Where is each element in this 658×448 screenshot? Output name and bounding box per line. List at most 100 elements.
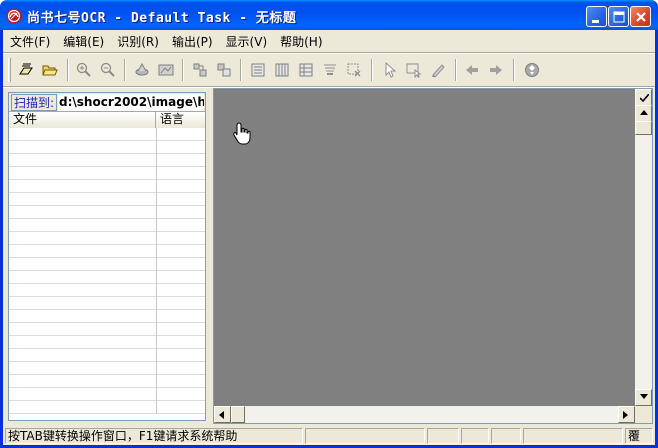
open-folder-icon	[42, 65, 58, 76]
list-item[interactable]	[9, 154, 205, 167]
recognize-icon	[135, 62, 149, 76]
menu-bar: 文件(F) 编辑(E) 识别(R) 输出(P) 显示(V) 帮助(H)	[3, 32, 655, 52]
list-item[interactable]	[9, 232, 205, 245]
list-item[interactable]	[9, 128, 205, 141]
list-item[interactable]	[9, 258, 205, 271]
horizontal-scroll-thumb[interactable]	[231, 406, 245, 423]
columns-button[interactable]	[295, 60, 317, 80]
view-options-button[interactable]	[635, 89, 652, 106]
list-item[interactable]	[9, 336, 205, 349]
scan-to-button[interactable]: 扫描到:	[11, 94, 57, 111]
columns-icon	[299, 63, 313, 77]
menu-file[interactable]: 文件(F)	[3, 32, 56, 52]
menu-view[interactable]: 显示(V)	[219, 32, 274, 52]
list-item[interactable]	[9, 219, 205, 232]
status-pane-3	[427, 428, 459, 444]
maximize-button[interactable]	[608, 6, 629, 27]
close-button[interactable]	[630, 6, 651, 27]
menu-recognize[interactable]: 识别(R)	[110, 32, 165, 52]
menu-help[interactable]: 帮助(H)	[273, 32, 328, 52]
toolbar-separator	[513, 59, 515, 81]
menu-edit[interactable]: 编辑(E)	[56, 32, 110, 52]
arrow-up-icon	[640, 110, 648, 115]
table-icon	[275, 63, 289, 77]
horizontal-scrollbar[interactable]	[214, 406, 635, 423]
status-pane-2	[305, 428, 425, 444]
layout-button[interactable]	[189, 60, 211, 80]
list-item[interactable]	[9, 297, 205, 310]
menu-output[interactable]: 输出(P)	[165, 32, 219, 52]
delete-block-button[interactable]	[343, 60, 365, 80]
column-header-file[interactable]: 文件	[9, 112, 156, 128]
zoom-out-button[interactable]	[97, 60, 119, 80]
toolbar-separator	[67, 59, 69, 81]
open-button[interactable]	[39, 60, 61, 80]
app-logo-icon[interactable]	[6, 8, 22, 24]
scroll-right-button[interactable]	[618, 406, 635, 423]
minimize-button[interactable]	[586, 6, 607, 27]
select-region-icon	[406, 63, 422, 78]
list-item[interactable]	[9, 310, 205, 323]
scan-path-field[interactable]: d:\shocr2002\image\hw	[58, 94, 204, 111]
pen-button[interactable]	[427, 60, 449, 80]
column-header-language[interactable]: 语言	[156, 112, 205, 128]
list-item[interactable]	[9, 349, 205, 362]
select-region-button[interactable]	[403, 60, 425, 80]
list-item[interactable]	[9, 167, 205, 180]
zoom-in-icon	[76, 62, 91, 77]
toolbar-separator	[371, 59, 373, 81]
next-button[interactable]	[485, 60, 507, 80]
zoom-out-icon	[100, 62, 115, 77]
arrow-left-icon	[466, 65, 478, 75]
layout-icon	[193, 63, 207, 77]
image-view[interactable]	[213, 88, 653, 424]
vertical-scroll-thumb[interactable]	[635, 121, 652, 135]
image-icon	[158, 64, 174, 76]
scroll-left-button[interactable]	[214, 406, 231, 423]
list-item[interactable]	[9, 141, 205, 154]
text-block-button[interactable]	[247, 60, 269, 80]
list-item[interactable]	[9, 271, 205, 284]
recognize-button[interactable]	[131, 60, 153, 80]
status-pane-6	[523, 428, 623, 444]
list-item[interactable]	[9, 401, 205, 414]
prev-button[interactable]	[461, 60, 483, 80]
list-item[interactable]	[9, 362, 205, 375]
title-bar[interactable]: 尚书七号OCR - Default Task - 无标题	[0, 0, 658, 30]
help-icon	[525, 63, 539, 77]
toolbar-separator	[124, 59, 126, 81]
app-window: 尚书七号OCR - Default Task - 无标题 文件(F) 编辑(E)…	[0, 0, 658, 448]
erase-button[interactable]	[319, 60, 341, 80]
status-bar: 按TAB键转换操作窗口，F1键请求系统帮助 覆	[3, 426, 655, 445]
file-list[interactable]	[9, 128, 205, 420]
list-item[interactable]	[9, 323, 205, 336]
list-item[interactable]	[9, 193, 205, 206]
window-title: 尚书七号OCR - Default Task - 无标题	[27, 11, 297, 26]
pointer-button[interactable]	[379, 60, 401, 80]
text-block-icon	[251, 63, 265, 77]
file-list-panel: 扫描到: d:\shocr2002\image\hw 文件 语言	[8, 92, 206, 421]
layout-alt-button[interactable]	[213, 60, 235, 80]
pen-icon	[432, 64, 445, 78]
image-button[interactable]	[155, 60, 177, 80]
list-item[interactable]	[9, 245, 205, 258]
scan-button[interactable]	[15, 60, 37, 80]
scan-target-row: 扫描到: d:\shocr2002\image\hw	[9, 93, 205, 112]
toolbar	[3, 55, 655, 85]
list-item[interactable]	[9, 284, 205, 297]
scrollbar-corner	[635, 406, 652, 423]
zoom-in-button[interactable]	[73, 60, 95, 80]
list-item[interactable]	[9, 375, 205, 388]
list-item[interactable]	[9, 180, 205, 193]
scroll-up-button[interactable]	[635, 105, 652, 122]
status-pane-5	[491, 428, 521, 444]
list-item[interactable]	[9, 206, 205, 219]
vertical-scrollbar[interactable]	[635, 89, 652, 406]
help-button[interactable]	[521, 60, 543, 80]
list-item[interactable]	[9, 388, 205, 401]
scroll-down-button[interactable]	[635, 389, 652, 406]
layout-alt-icon	[217, 63, 231, 77]
menu-divider	[3, 52, 655, 54]
toolbar-grip[interactable]	[8, 58, 11, 82]
table-button[interactable]	[271, 60, 293, 80]
